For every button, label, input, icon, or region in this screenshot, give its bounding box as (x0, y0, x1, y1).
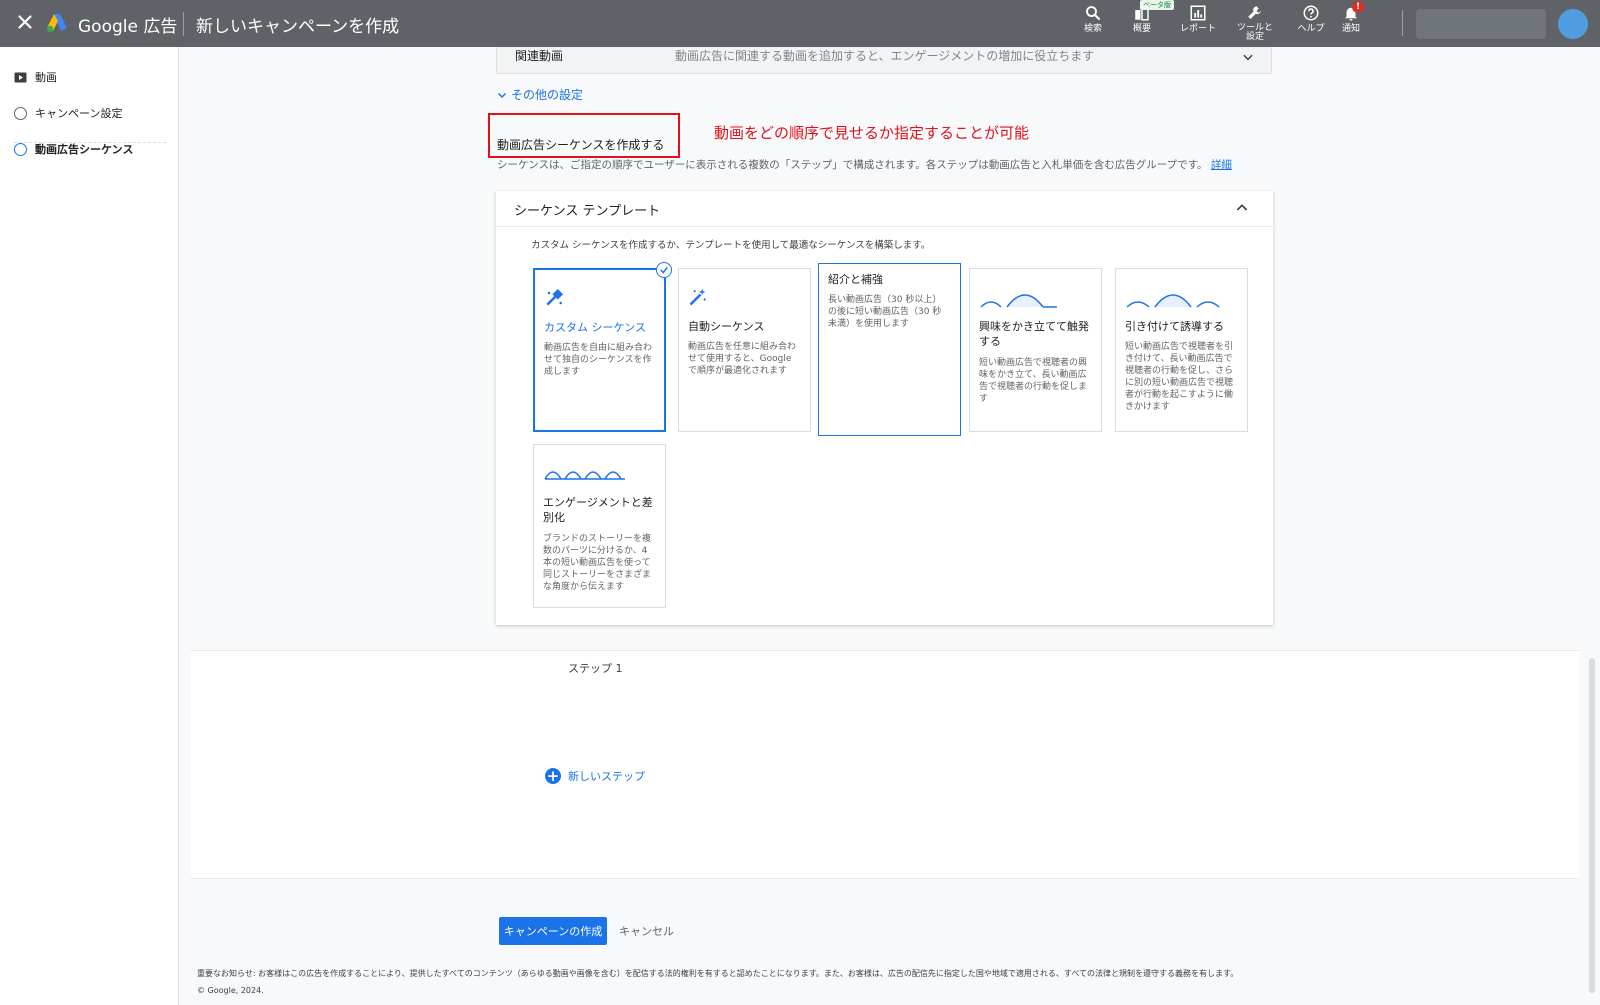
circle-icon (14, 142, 27, 156)
add-icon: + (545, 767, 561, 785)
related-videos-panel[interactable]: 関連動画 動画広告に関連する動画を追加すると、エンゲージメントの増加に役立ちます (496, 47, 1272, 74)
step-label: ステップ 1 (568, 662, 623, 675)
help-icon (1303, 5, 1319, 21)
circle-icon (14, 106, 27, 120)
sequence-description: シーケンスは、ご指定の順序でユーザーに表示される複数の「ステップ」で構成されます… (497, 157, 1232, 172)
sequence-description-text: シーケンスは、ご指定の順序でユーザーに表示される複数の「ステップ」で構成されます… (497, 159, 1208, 171)
close-icon[interactable] (14, 11, 36, 33)
scrollbar[interactable] (1589, 658, 1595, 993)
account-separator (1402, 10, 1403, 36)
sidebar-item-label: キャンペーン設定 (35, 107, 123, 120)
sidebar-item-video-sequence[interactable]: 動画広告シーケンス (14, 141, 133, 157)
check-icon (656, 262, 672, 278)
page-title: 新しいキャンペーンを作成 (196, 17, 400, 37)
other-settings-label: その他の設定 (511, 88, 584, 102)
other-settings-toggle[interactable]: その他の設定 (496, 86, 583, 103)
template-card-desc: 長い動画広告（30 秒以上）の後に短い動画広告（30 秒未満）を使用します (828, 295, 942, 329)
template-title: シーケンス テンプレート (514, 204, 661, 219)
overview-icon (1135, 5, 1149, 21)
sidebar-item-video[interactable]: 動画 (14, 69, 57, 85)
help-button[interactable]: ヘルプ (1295, 4, 1327, 34)
new-step-button[interactable]: + 新しいステップ (545, 768, 645, 784)
notification-badge: ! (1352, 1, 1364, 13)
search-icon (1086, 6, 1101, 21)
sidebar-item-label: 動画 (35, 71, 57, 84)
help-label: ヘルプ (1297, 24, 1325, 34)
sidebar-item-campaign-settings[interactable]: キャンペーン設定 (14, 105, 122, 121)
chevron-down-icon[interactable] (1241, 50, 1255, 64)
account-info[interactable] (1416, 9, 1546, 39)
notification-label: 通知 (1341, 24, 1360, 34)
magic-wand-icon (689, 288, 706, 306)
overview-button[interactable]: 概要 (1127, 4, 1157, 34)
template-card-name: カスタム シーケンス (544, 321, 646, 334)
tools-label: ツールと 設定 (1236, 23, 1273, 42)
custom-sequence-icon (546, 288, 564, 306)
template-card-name: エンゲージメントと差別化 (543, 496, 653, 524)
template-card-auto[interactable]: 自動シーケンス 動画広告を任意に組み合わせて使用すると、Google で順序が最… (678, 268, 811, 432)
template-card-engage-differentiate[interactable]: エンゲージメントと差別化 ブランドのストーリーを複数のパーツに分けるか、4 本の… (533, 444, 666, 608)
wave-small-big-small-icon (1126, 294, 1220, 308)
template-card-desc: 動画広告を自由に組み合わせて独自のシーケンスを作成します (544, 343, 653, 377)
cancel-button[interactable]: キャンセル (619, 917, 674, 945)
title-separator (183, 12, 184, 36)
wave-four-icon (544, 471, 625, 480)
brand-name: Google 広告 (78, 17, 178, 37)
search-label: 検索 (1083, 24, 1102, 34)
template-card-name: 紹介と補強 (828, 273, 883, 286)
template-card-name: 引き付けて誘導する (1125, 320, 1224, 333)
template-card-attract-guide[interactable]: 引き付けて誘導する 短い動画広告で視聴者を引き付けて、長い動画広告で視聴者の行動… (1115, 268, 1248, 432)
chevron-up-icon[interactable] (1234, 200, 1250, 216)
steps-panel (191, 650, 1579, 879)
template-card-desc: 短い動画広告で視聴者を引き付けて、長い動画広告で視聴者の行動を促し、さらに別の短… (1125, 342, 1234, 412)
template-card-name: 興味をかき立てて触発する (979, 320, 1089, 348)
template-card-name: 自動シーケンス (688, 320, 765, 333)
template-subtitle: カスタム シーケンスを作成するか、テンプレートを使用して最適なシーケンスを構築し… (531, 240, 931, 251)
video-icon (14, 72, 27, 82)
search-button[interactable]: 検索 (1078, 4, 1108, 34)
new-step-label: 新しいステップ (568, 770, 645, 783)
avatar[interactable] (1558, 9, 1588, 39)
annotation-text: 動画をどの順序で見せるか指定することが可能 (714, 124, 1030, 142)
top-bar: Google 広告 新しいキャンペーンを作成 検索 ベータ版 概要 レポート ツ… (0, 0, 1600, 47)
report-button[interactable]: レポート (1180, 4, 1216, 34)
related-videos-description: 動画広告に関連する動画を追加すると、エンゲージメントの増加に役立ちます (675, 49, 1095, 63)
sidebar-item-label: 動画広告シーケンス (35, 143, 134, 156)
template-card-custom[interactable]: カスタム シーケンス 動画広告を自由に組み合わせて独自のシーケンスを作成します (533, 268, 666, 432)
create-campaign-button[interactable]: キャンペーンの作成 (499, 917, 607, 945)
copyright: © Google, 2024. (197, 986, 264, 995)
legal-notice: 重要なお知らせ: お客様はこの広告を作成することにより、提供したすべてのコンテン… (197, 969, 1239, 978)
template-card-intro-reinforce[interactable]: 紹介と補強 長い動画広告（30 秒以上）の後に短い動画広告（30 秒未満）を使用… (818, 263, 961, 436)
template-card-spark-inspire[interactable]: 興味をかき立てて触発する 短い動画広告で視聴者の興味をかき立て、長い動画広告で視… (969, 268, 1102, 432)
chevron-down-icon (497, 92, 507, 98)
sidebar: 動画 キャンペーン設定 動画広告シーケンス (0, 47, 179, 1005)
sequence-title: 動画広告シーケンスを作成する (497, 138, 665, 152)
template-card-desc: 動画広告を任意に組み合わせて使用すると、Google で順序が最適化されます (688, 342, 797, 376)
overview-label: 概要 (1132, 24, 1151, 34)
related-videos-label: 関連動画 (515, 49, 564, 63)
report-icon (1190, 5, 1206, 21)
report-label: レポート (1180, 24, 1217, 34)
google-ads-logo-icon (46, 14, 67, 33)
template-card-desc: ブランドのストーリーを複数のパーツに分けるか、4 本の短い動画広告を使って同じス… (543, 534, 652, 592)
detail-link[interactable]: 詳細 (1211, 159, 1232, 171)
wrench-icon (1248, 6, 1261, 19)
tools-button[interactable]: ツールと 設定 (1236, 4, 1274, 42)
template-header[interactable]: シーケンス テンプレート (496, 191, 1273, 227)
template-card-desc: 短い動画広告で視聴者の興味をかき立て、長い動画広告で視聴者の行動を促します (979, 358, 1088, 404)
wave-small-big-icon (980, 294, 1057, 308)
